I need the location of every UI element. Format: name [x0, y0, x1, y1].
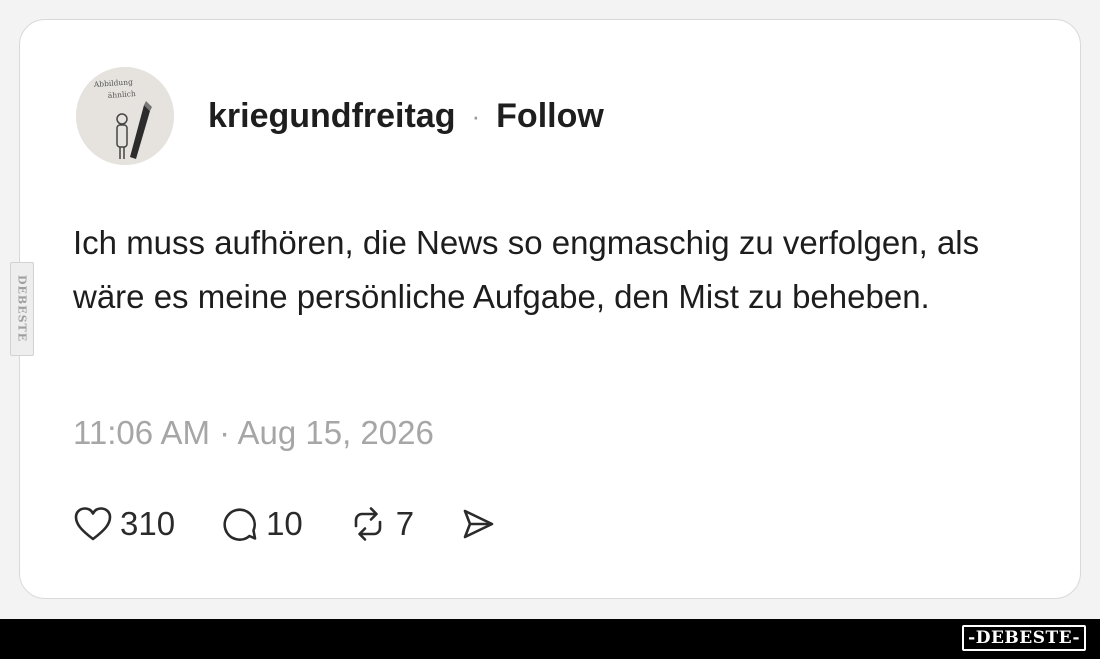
reply-count: 10 [266, 505, 303, 542]
comment-bubble-icon [219, 505, 259, 543]
separator-dot: · [471, 100, 481, 131]
share-button[interactable] [458, 505, 498, 543]
footer-watermark: -DEBESTE- [962, 625, 1086, 651]
post-text: Ich muss aufhören, die News so engmaschi… [73, 224, 980, 315]
side-watermark: DEBESTE [10, 262, 34, 356]
heart-icon [73, 505, 113, 543]
action-bar: 310 10 7 [73, 502, 542, 546]
follow-button[interactable]: Follow [496, 97, 604, 136]
post-header: Abbildung ähnlich kriegundfreitag · Foll… [76, 66, 604, 166]
username[interactable]: kriegundfreitag [208, 97, 455, 136]
avatar-image: Abbildung ähnlich [76, 67, 174, 165]
like-count: 310 [120, 505, 176, 542]
side-watermark-text: DEBESTE [15, 275, 29, 343]
footer-bar: -DEBESTE- [0, 619, 1100, 659]
send-icon [458, 505, 498, 543]
avatar[interactable]: Abbildung ähnlich [76, 67, 174, 165]
repost-arrows-icon [347, 505, 389, 543]
reply-button[interactable]: 10 [219, 505, 303, 543]
post-card: Abbildung ähnlich kriegundfreitag · Foll… [19, 19, 1081, 599]
like-button[interactable]: 310 [73, 505, 175, 543]
repost-count: 7 [395, 505, 415, 542]
post-timestamp[interactable]: 11:06 AM · Aug 15, 2026 [73, 414, 434, 452]
repost-button[interactable]: 7 [347, 505, 414, 543]
